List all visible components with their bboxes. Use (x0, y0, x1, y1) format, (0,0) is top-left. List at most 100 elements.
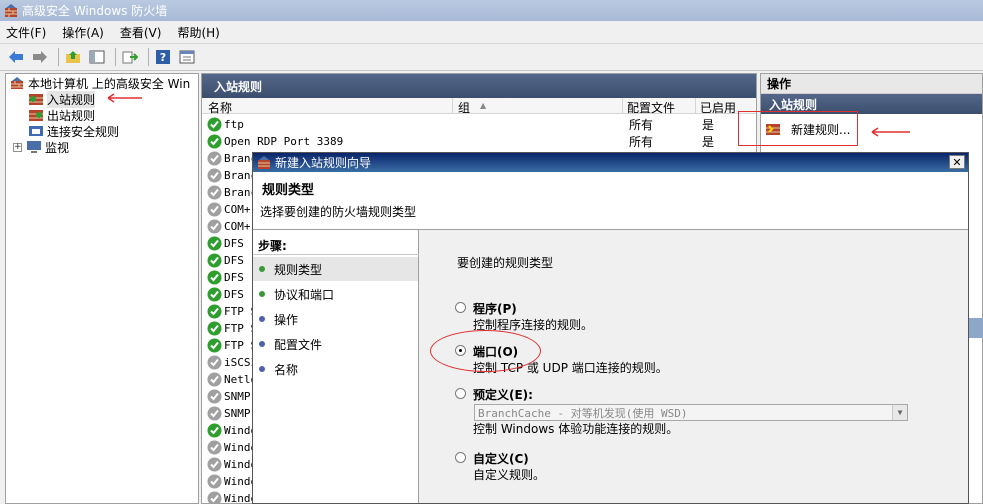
export-icon (122, 51, 138, 64)
step-icon (259, 366, 265, 372)
steps-divider (253, 254, 419, 255)
rule-disabled-icon (207, 491, 222, 503)
rule-name: ftp (224, 118, 244, 131)
properties-button[interactable] (177, 47, 197, 67)
step-rule-type[interactable]: 规则类型 (253, 257, 418, 281)
rule-disabled-icon (207, 440, 222, 455)
tree-item-inbound[interactable]: 入站规则 (28, 90, 96, 108)
menu-action[interactable]: 操作(A) (62, 24, 104, 41)
firewall-icon (5, 3, 17, 17)
close-button[interactable]: ✕ (949, 155, 965, 169)
annotation-box-new-rule (738, 111, 858, 146)
toolbar-separator (58, 48, 59, 66)
tree-item-label: 出站规则 (47, 108, 96, 123)
table-row[interactable]: ftp 所有 是 (202, 116, 756, 133)
wizard-title-bar: 新建入站规则向导 (253, 153, 968, 172)
firewall-icon (258, 155, 270, 169)
up-folder-button[interactable] (63, 47, 83, 67)
rule-disabled-icon (207, 406, 222, 421)
column-divider[interactable] (452, 98, 453, 114)
menu-help[interactable]: 帮助(H) (177, 24, 219, 41)
column-name[interactable]: 名称 (208, 99, 232, 116)
rule-name: Open RDP Port 3389 (224, 135, 344, 148)
window-title-bar: 高级安全 Windows 防火墙 (0, 0, 983, 21)
rule-enabled: 是 (702, 118, 715, 132)
rule-type-question: 要创建的规则类型 (457, 256, 554, 270)
column-enabled[interactable]: 已启用 (700, 99, 736, 116)
rule-enabled-icon (207, 236, 222, 251)
tree-item-monitoring[interactable]: + 监视 (13, 139, 69, 155)
rule-name: SNMP (224, 390, 251, 403)
radio-custom[interactable] (455, 452, 466, 463)
close-icon: ✕ (952, 155, 962, 169)
toolbar-separator (115, 48, 116, 66)
rule-disabled-icon (207, 202, 222, 217)
back-button[interactable] (6, 47, 26, 67)
annotation-arrow-inbound (107, 93, 142, 103)
tree-item-label: 连接安全规则 (47, 124, 120, 139)
up-folder-icon (66, 51, 80, 63)
actions-pane-highlight (969, 318, 983, 338)
tree-item-connection-security[interactable]: 连接安全规则 (28, 123, 119, 139)
predefined-select[interactable]: BranchCache - 对等机发现(使用 WSD) ▼ (474, 404, 908, 421)
monitor-icon (27, 141, 41, 153)
actions-title: 操作 (761, 74, 982, 94)
rule-enabled-icon (207, 270, 222, 285)
rule-enabled-icon (207, 117, 222, 132)
rule-disabled-icon (207, 219, 222, 234)
radio-predefined[interactable] (455, 388, 466, 399)
tree-root[interactable]: 本地计算机 上的高级安全 Win (9, 75, 190, 91)
rule-enabled-icon (207, 304, 222, 319)
radio-program[interactable] (455, 302, 466, 313)
help-icon: ? (156, 50, 170, 64)
help-button[interactable]: ? (153, 47, 173, 67)
column-divider[interactable] (622, 98, 623, 114)
window-title: 高级安全 Windows 防火墙 (22, 4, 168, 18)
tree-item-label: 入站规则 (47, 90, 96, 108)
step-protocol-ports[interactable]: 协议和端口 (253, 282, 418, 306)
console-tree: 本地计算机 上的高级安全 Win 入站规则 出站规则 连接安全规则 + 监视 (5, 73, 199, 504)
rule-enabled-icon (207, 423, 222, 438)
outbound-rules-icon (29, 110, 43, 121)
expand-icon[interactable]: + (13, 142, 22, 152)
rule-disabled-icon (207, 372, 222, 387)
option-label: 预定义(E): (473, 388, 533, 402)
show-hide-tree-button[interactable] (87, 47, 107, 67)
rule-disabled-icon (207, 185, 222, 200)
rule-disabled-icon (207, 389, 222, 404)
annotation-ellipse-port (430, 330, 541, 372)
menu-file[interactable]: 文件(F) (6, 24, 46, 41)
connection-security-icon (29, 126, 43, 136)
step-current-icon (259, 266, 265, 272)
tree-item-outbound[interactable]: 出站规则 (28, 107, 95, 123)
sort-ascending-icon: ▲ (480, 101, 487, 110)
chevron-down-icon[interactable]: ▼ (892, 405, 907, 420)
rule-enabled-icon (207, 287, 222, 302)
forward-button[interactable] (30, 47, 50, 67)
step-icon (259, 341, 265, 347)
step-name[interactable]: 名称 (253, 357, 418, 381)
menu-view[interactable]: 查看(V) (120, 24, 162, 41)
inbound-rules-icon (29, 94, 43, 105)
column-group[interactable]: 组 (458, 99, 470, 116)
tree-root-label: 本地计算机 上的高级安全 Win (28, 76, 191, 91)
rule-disabled-icon (207, 457, 222, 472)
rule-disabled-icon (207, 168, 222, 183)
menu-bar: 文件(F) 操作(A) 查看(V) 帮助(H) (0, 21, 983, 43)
column-divider[interactable] (695, 98, 696, 114)
back-icon (9, 51, 23, 63)
steps-title: 步骤: (258, 239, 287, 253)
table-row[interactable]: Open RDP Port 3389 所有 是 (202, 133, 756, 150)
step-profile[interactable]: 配置文件 (253, 332, 418, 356)
rule-enabled-icon (207, 253, 222, 268)
column-headers: 名称 组 ▲ 配置文件 已启用 (202, 98, 756, 116)
rule-enabled-icon (207, 338, 222, 353)
export-button[interactable] (120, 47, 140, 67)
step-action[interactable]: 操作 (253, 307, 418, 331)
column-profile[interactable]: 配置文件 (627, 99, 675, 116)
step-label: 配置文件 (274, 337, 323, 352)
step-label: 协议和端口 (274, 287, 335, 302)
rule-enabled: 是 (702, 135, 715, 149)
option-description: 控制 Windows 体验功能连接的规则。 (473, 422, 679, 436)
option-label: 自定义(C) (473, 452, 529, 466)
